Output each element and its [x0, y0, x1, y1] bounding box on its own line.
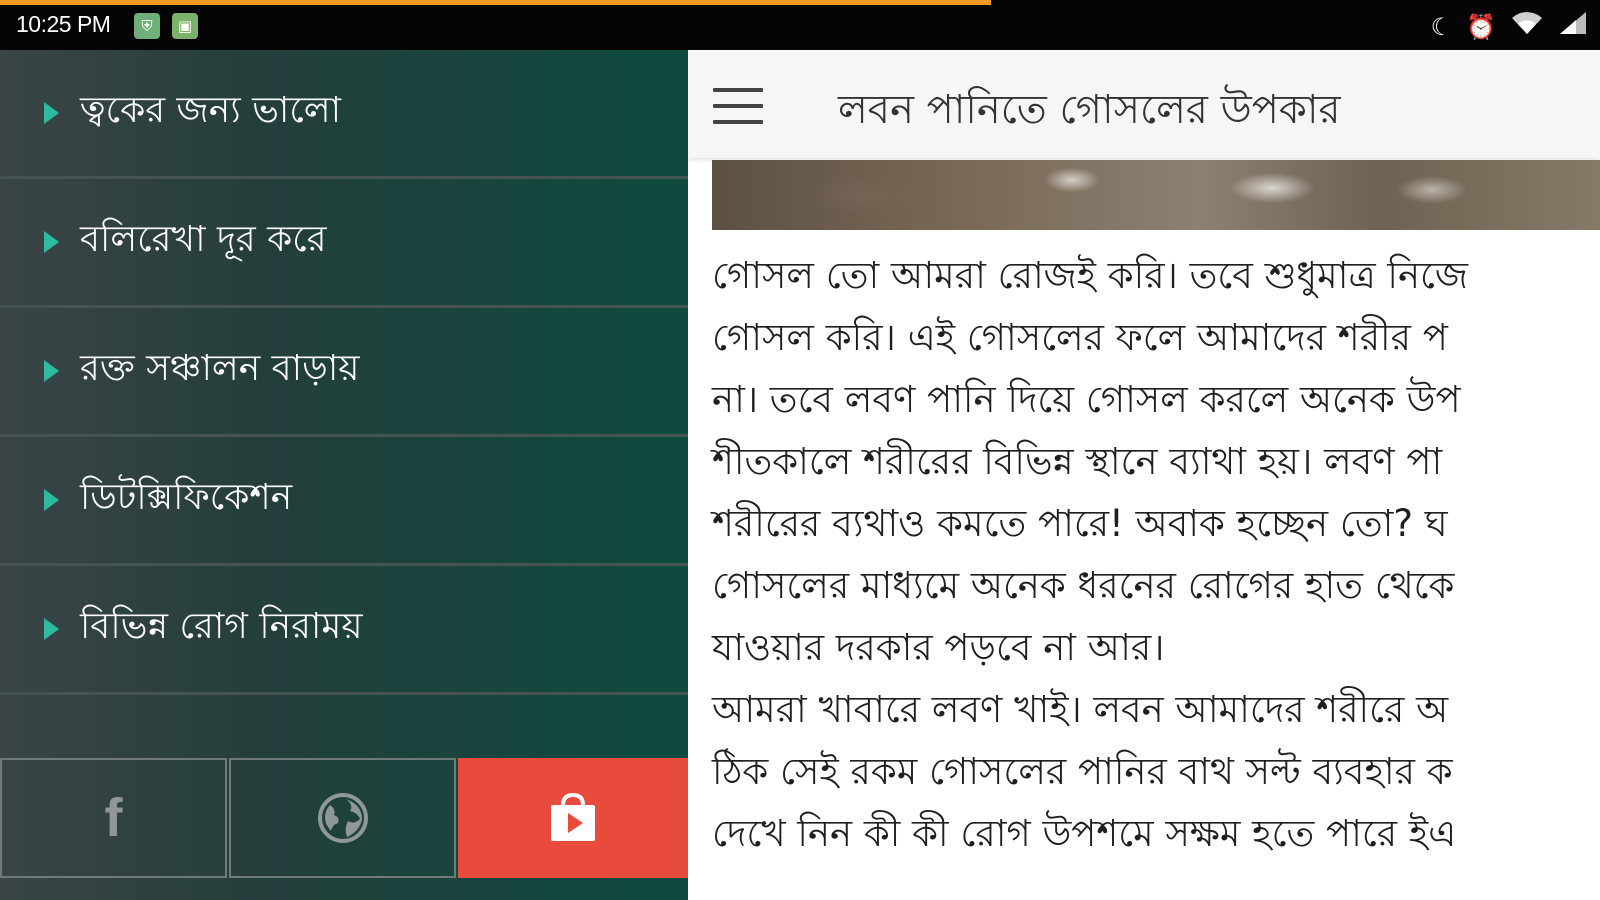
signal-icon [1558, 10, 1588, 43]
facebook-button[interactable]: f [0, 758, 227, 878]
drawer-item-skin[interactable]: ত্বকের জন্য ভালো [0, 50, 688, 179]
status-bar: 10:25 PM ⛨ ▣ ☾ ⏰ [0, 0, 1600, 50]
article-line: গোসল তো আমরা রোজই করি। তবে শুধুমাত্র নিজ… [712, 254, 1469, 297]
drawer-item-label: ডিটক্সিফিকেশন [80, 477, 293, 518]
play-store-bag-icon [551, 792, 595, 841]
article-line: না। তবে লবণ পানি দিয়ে গোসল করলে অনেক উপ [712, 378, 1461, 421]
drawer-item-healing[interactable]: বিভিন্ন রোগ নিরাময় [0, 566, 688, 695]
drawer-item-detox[interactable]: ডিটক্সিফিকেশন [0, 437, 688, 566]
article-line: শরীরের ব্যথাও কমতে পারে! অবাক হচ্ছেন তো?… [712, 502, 1448, 545]
app-bar: লবন পানিতে গোসলের উপকার [688, 50, 1600, 158]
drawer-item-circulation[interactable]: রক্ত সঞ্চালন বাড়ায় [0, 308, 688, 437]
article-body: গোসল তো আমরা রোজই করি। তবে শুধুমাত্র নিজ… [712, 245, 1600, 865]
page-title: লবন পানিতে গোসলের উপকার [838, 87, 1341, 133]
article-line: ঠিক সেই রকম গোসলের পানির বাথ সল্ট ব্যবহা… [712, 750, 1453, 793]
page-loading-bar [0, 0, 991, 5]
alarm-icon: ⏰ [1466, 12, 1496, 41]
menu-arrow-icon [44, 102, 59, 124]
play-store-button[interactable] [458, 758, 688, 878]
moon-icon: ☾ [1430, 12, 1453, 41]
facebook-icon: f [104, 788, 123, 848]
menu-arrow-icon [44, 231, 59, 253]
globe-icon [317, 793, 368, 843]
system-icons: ☾ ⏰ [1431, 10, 1588, 43]
drawer-item-label: বলিরেখা দূর করে [80, 219, 327, 260]
menu-arrow-icon [44, 618, 59, 640]
article-line: আমরা খাবারে লবণ খাই। লবন আমাদের শরীরে অ [712, 688, 1449, 731]
drawer-item-label: বিভিন্ন রোগ নিরাময় [80, 606, 363, 647]
article-content: লবন পানিতে গোসলের উপকার গোসল তো আমরা রোজ… [688, 50, 1600, 900]
navigation-drawer: ত্বকের জন্য ভালো বলিরেখা দূর করে রক্ত সঞ… [0, 50, 688, 900]
drawer-item-label: ত্বকের জন্য ভালো [80, 90, 342, 131]
shield-notification-icon: ⛨ [134, 13, 160, 39]
article-hero-image [712, 160, 1600, 230]
article-line: যাওয়ার দরকার পড়বে না আর। [712, 626, 1165, 669]
article-line: শীতকালে শরীরের বিভিন্ন স্থানে ব্যাথা হয়… [712, 440, 1443, 483]
menu-arrow-icon [44, 360, 59, 382]
drawer-item-wrinkles[interactable]: বলিরেখা দূর করে [0, 179, 688, 308]
wifi-icon [1510, 10, 1544, 43]
article-line: গোসলের মাধ্যমে অনেক ধরনের রোগের হাত থেকে [712, 564, 1455, 607]
article-line: গোসল করি। এই গোসলের ফলে আমাদের শরীর প [712, 316, 1448, 359]
menu-arrow-icon [44, 489, 59, 511]
drawer-footer-buttons: f [0, 758, 688, 880]
article-line: দেখে নিন কী কী রোগ উপশমে সক্ষম হতে পারে … [712, 812, 1457, 855]
hamburger-menu-icon[interactable] [713, 88, 763, 124]
website-button[interactable] [229, 758, 456, 878]
android-notification-icon: ▣ [172, 13, 198, 39]
drawer-item-label: রক্ত সঞ্চালন বাড়ায় [80, 348, 360, 389]
status-time: 10:25 PM [16, 11, 111, 37]
